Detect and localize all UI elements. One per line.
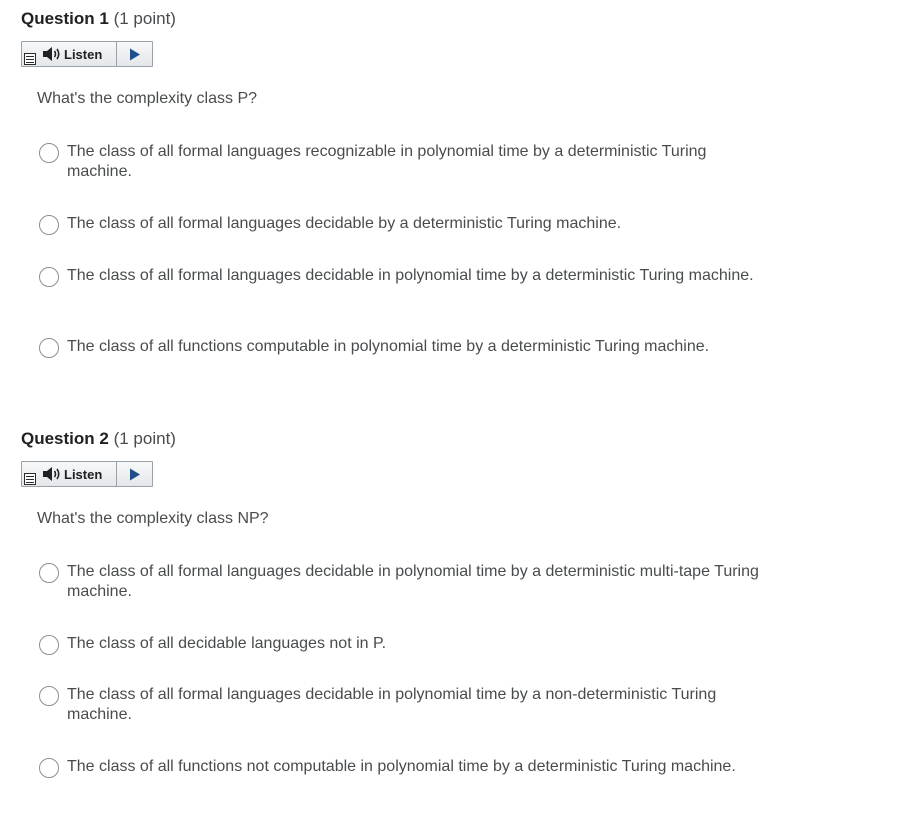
answer-option-label: The class of all functions not computabl…: [67, 758, 736, 775]
speaker-icon: [43, 467, 60, 481]
play-button[interactable]: [119, 462, 151, 486]
speaker-icon: [43, 47, 60, 61]
question-title: Question 1: [21, 9, 109, 28]
radio-button[interactable]: [39, 143, 59, 163]
divider: [116, 42, 117, 66]
listen-label: Listen: [64, 466, 103, 482]
radio-button[interactable]: [39, 686, 59, 706]
question-prompt: What's the complexity class P?: [37, 90, 258, 107]
answer-option-label: The class of all formal languages decida…: [67, 563, 759, 600]
radio-button[interactable]: [39, 338, 59, 358]
answer-option-label: The class of all functions computable in…: [67, 338, 710, 355]
question-points: (1 point): [113, 429, 176, 448]
listen-button[interactable]: Listen: [40, 42, 102, 66]
question-header: Question 2 (1 point): [21, 428, 176, 450]
listen-button[interactable]: Listen: [40, 462, 102, 486]
radio-button[interactable]: [39, 758, 59, 778]
question-points: (1 point): [113, 9, 176, 28]
answer-option-label: The class of all formal languages decida…: [67, 686, 717, 723]
answer-option-label: The class of all formal languages recogn…: [67, 143, 707, 180]
menu-icon[interactable]: [24, 473, 36, 485]
menu-icon[interactable]: [24, 53, 36, 65]
play-button[interactable]: [119, 42, 151, 66]
radio-button[interactable]: [39, 563, 59, 583]
listen-label: Listen: [64, 46, 103, 62]
question-prompt: What's the complexity class NP?: [37, 510, 269, 527]
question-title: Question 2: [21, 429, 109, 448]
play-icon: [130, 468, 140, 480]
question-header: Question 1 (1 point): [21, 8, 176, 30]
answer-option-label: The class of all decidable languages not…: [67, 635, 387, 652]
play-icon: [130, 48, 140, 60]
radio-button[interactable]: [39, 267, 59, 287]
answer-option-label: The class of all formal languages decida…: [67, 267, 754, 284]
radio-button[interactable]: [39, 635, 59, 655]
answer-option-label: The class of all formal languages decida…: [67, 215, 622, 232]
radio-button[interactable]: [39, 215, 59, 235]
listen-widget: Listen: [21, 41, 153, 67]
divider: [116, 462, 117, 486]
listen-widget: Listen: [21, 461, 153, 487]
